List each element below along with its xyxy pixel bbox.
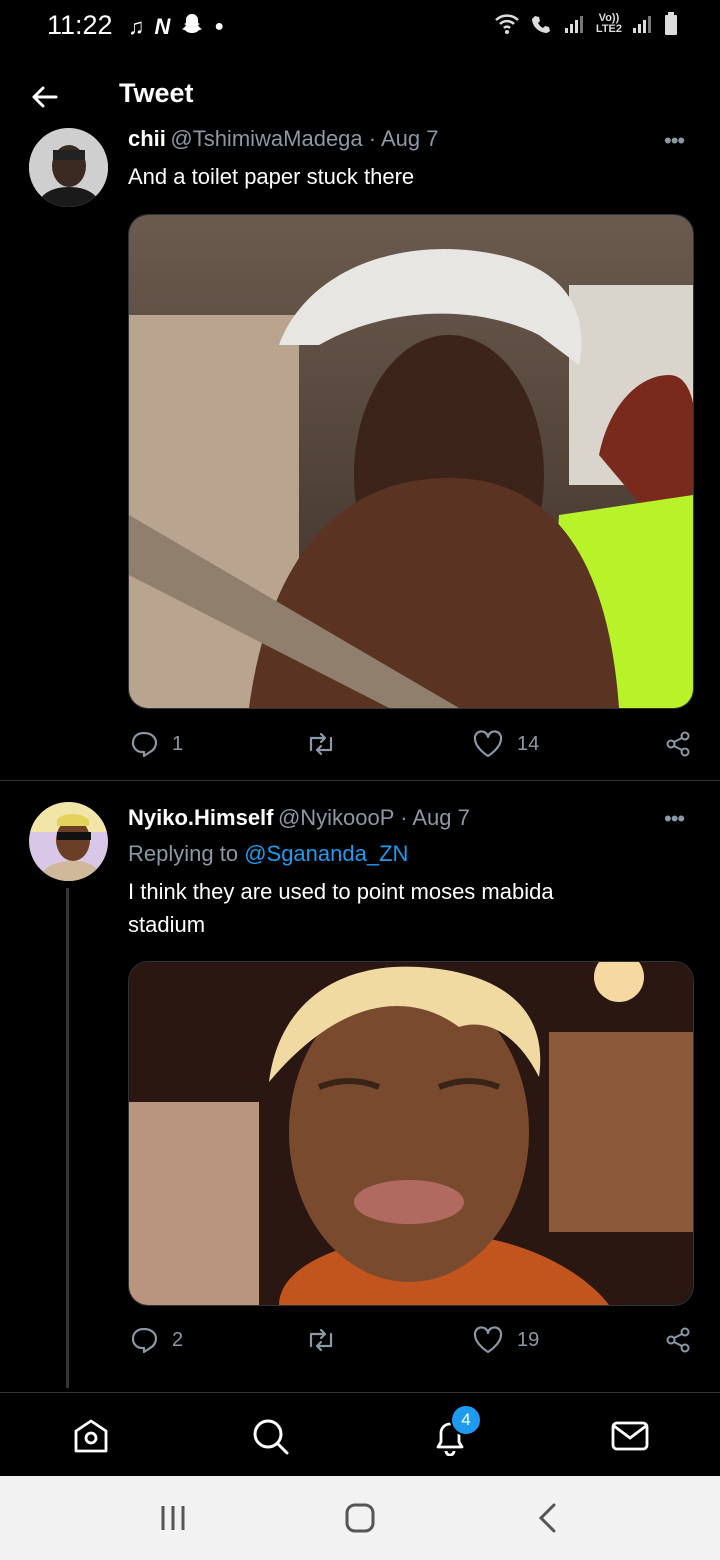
network-label: Vo)) LTE2 (595, 12, 622, 35)
tweet-1-reply-button[interactable]: 1 (130, 730, 183, 758)
heart-icon (473, 1326, 503, 1354)
retweet-icon (309, 1328, 333, 1352)
tweet-1-share-button[interactable] (664, 730, 692, 758)
share-icon (666, 1327, 690, 1353)
tweet-1-name-row: chii @TshimiwaMadega · Aug 7 (128, 128, 648, 154)
home-icon[interactable] (71, 1416, 111, 1456)
tweet-2-handle-date[interactable]: @NyikoooP · Aug 7 (278, 805, 470, 830)
tweet-1-author-name[interactable]: chii (128, 128, 166, 151)
snapchat-icon (180, 12, 204, 42)
tweet-1-reply-count: 1 (172, 732, 184, 755)
back-arrow-icon[interactable] (30, 83, 58, 111)
system-back-icon[interactable] (536, 1502, 560, 1534)
tweet-1-handle-date[interactable]: @TshimiwaMadega · Aug 7 (170, 128, 438, 151)
tweet-1-avatar[interactable] (29, 128, 108, 207)
wifi-icon (495, 14, 519, 34)
tweet-1-image[interactable] (128, 214, 694, 709)
thread-line (66, 888, 69, 1388)
tweet-2-reply-button[interactable]: 2 (130, 1326, 183, 1354)
home-button-icon[interactable] (344, 1502, 376, 1534)
tweet-2-like-count: 19 (517, 1328, 540, 1351)
tweet-2-replying-to: Replying to @Sgananda_ZN (128, 841, 408, 867)
messages-mail-icon[interactable] (610, 1416, 650, 1456)
tweet-1-text: And a toilet paper stuck there (128, 164, 415, 189)
wifi-calling-icon (531, 16, 550, 33)
tweet-1-more-icon[interactable]: ••• (664, 128, 685, 154)
replying-handle-link[interactable]: @Sgananda_ZN (244, 841, 408, 866)
tweet-2-retweet-button[interactable] (305, 1326, 337, 1354)
tweet-1-retweet-button[interactable] (305, 730, 337, 758)
tweet-2-name-row: Nyiko.Himself @NyikoooP · Aug 7 (128, 805, 470, 831)
heart-icon (473, 730, 503, 758)
header-bar (0, 60, 720, 132)
tweet-2-more-icon[interactable]: ••• (664, 806, 685, 832)
replying-prefix: Replying to (128, 841, 245, 866)
tweet-2-reply-count: 2 (172, 1328, 184, 1351)
tweet-2-image[interactable] (128, 961, 694, 1306)
netflix-icon: N (154, 14, 171, 39)
tweet-2-share-button[interactable] (664, 1326, 692, 1354)
retweet-icon (309, 732, 333, 756)
status-left-icons: ♫ N ● (128, 12, 224, 42)
search-icon[interactable] (250, 1416, 290, 1456)
notifications-badge: 4 (450, 1404, 482, 1436)
tweet-2-text-line-2: stadium (128, 912, 206, 937)
tweet-2-text: I think they are used to point moses mab… (128, 875, 554, 941)
tweet-2-author-name[interactable]: Nyiko.Himself (128, 805, 274, 830)
signal-icon-2 (633, 16, 651, 33)
tweet-2-like-button[interactable]: 19 (473, 1326, 539, 1354)
status-right-icons: Vo)) LTE2 (494, 12, 678, 36)
tweet-1-like-button[interactable]: 14 (473, 730, 539, 758)
tweet-divider (0, 780, 720, 781)
page-title: Tweet (119, 78, 194, 108)
signal-icon (564, 16, 583, 33)
share-icon (666, 731, 690, 757)
tweet-2-avatar[interactable] (29, 802, 108, 881)
tweet-2-text-line-1: I think they are used to point moses mab… (128, 879, 554, 904)
tweet-1-like-count: 14 (517, 732, 540, 755)
reply-icon (131, 1327, 158, 1354)
music-note-icon: ♫ (128, 14, 145, 39)
reply-icon (131, 731, 158, 758)
status-time: 11:22 (47, 10, 113, 40)
recent-apps-icon[interactable] (158, 1502, 188, 1534)
battery-icon (665, 12, 677, 35)
dot-icon: ● (214, 18, 225, 35)
